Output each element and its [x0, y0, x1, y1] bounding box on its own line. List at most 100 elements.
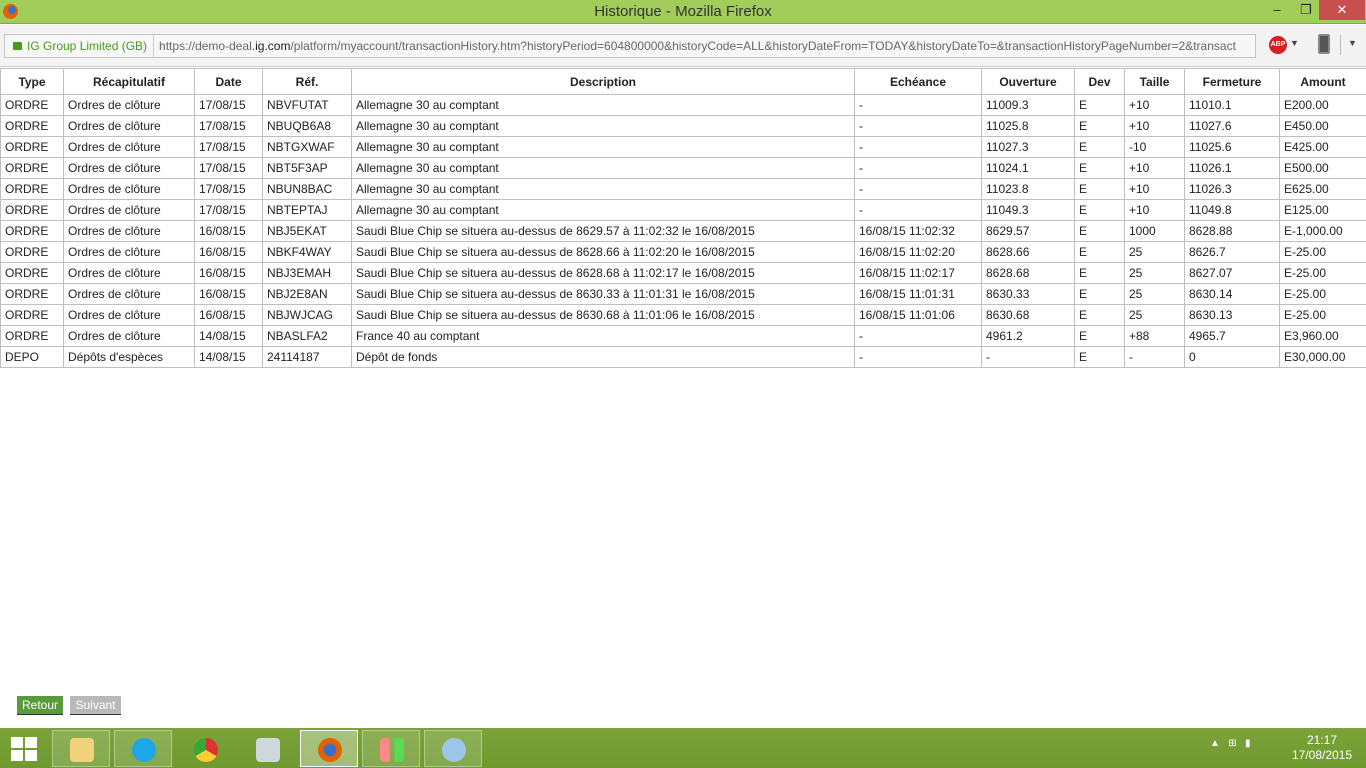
cell-summary: Ordres de clôture	[63, 325, 195, 347]
next-button[interactable]: Suivant	[70, 696, 121, 715]
cell-close: 8628.88	[1184, 220, 1280, 242]
table-row: ORDRE Ordres de clôture 17/08/15 NBTEPTAJ Al…	[0, 199, 1366, 221]
minimize-button[interactable]: ‒	[1264, 2, 1290, 22]
cell-type: ORDRE	[0, 325, 64, 347]
cell-currency: E	[1074, 178, 1125, 200]
cell-close: 11027.6	[1184, 115, 1280, 137]
cell-ref: NBTEPTAJ	[262, 199, 352, 221]
cell-description: France 40 au comptant	[351, 325, 855, 347]
cell-description: Allemagne 30 au comptant	[351, 115, 855, 137]
cell-description: Dépôt de fonds	[351, 346, 855, 368]
column-header-close: Fermeture	[1184, 68, 1280, 95]
paint-icon[interactable]	[424, 730, 482, 767]
cell-date: 14/08/15	[194, 325, 263, 347]
maximize-button[interactable]: ❐	[1293, 2, 1319, 22]
url-text[interactable]: https://demo-deal.ig.com/platform/myacco…	[154, 39, 1236, 53]
cell-open: 8629.57	[981, 220, 1075, 242]
cell-type: ORDRE	[0, 241, 64, 263]
cell-amount: E-25.00	[1279, 262, 1366, 284]
cell-ref: NBT5F3AP	[262, 157, 352, 179]
cell-date: 17/08/15	[194, 178, 263, 200]
cell-amount: E425.00	[1279, 136, 1366, 158]
cell-type: ORDRE	[0, 115, 64, 137]
transaction-table: Type Récapitulatif Date Réf. Description Eché…	[0, 68, 1366, 368]
cell-currency: E	[1074, 199, 1125, 221]
close-button[interactable]: ✕	[1319, 0, 1365, 20]
cell-ref: NBJ5EKAT	[262, 220, 352, 242]
table-row: ORDRE Ordres de clôture 17/08/15 NBTGXWAF Al…	[0, 136, 1366, 158]
adblock-icon[interactable]: ABP	[1269, 36, 1287, 54]
cell-amount: E625.00	[1279, 178, 1366, 200]
cell-amount: E500.00	[1279, 157, 1366, 179]
cell-date: 16/08/15	[194, 283, 263, 305]
cell-type: ORDRE	[0, 304, 64, 326]
chrome-icon[interactable]	[176, 730, 234, 767]
cell-date: 17/08/15	[194, 94, 263, 116]
cell-open: 11027.3	[981, 136, 1075, 158]
cell-description: Saudi Blue Chip se situera au-dessus de …	[351, 241, 855, 263]
chevron-down-icon[interactable]: ▼	[1348, 38, 1357, 48]
cell-amount: E-25.00	[1279, 241, 1366, 263]
cell-close: 11026.1	[1184, 157, 1280, 179]
column-header-description: Description	[351, 68, 855, 95]
table-row: ORDRE Ordres de clôture 16/08/15 NBJ3EMAH Sa…	[0, 262, 1366, 284]
cell-size: +10	[1124, 199, 1185, 221]
firefox-taskbar-icon[interactable]	[300, 730, 358, 767]
url-bar[interactable]: IG Group Limited (GB) https://demo-deal.i…	[4, 34, 1256, 58]
cell-ref: NBJWJCAG	[262, 304, 352, 326]
cell-description: Saudi Blue Chip se situera au-dessus de …	[351, 304, 855, 326]
cell-summary: Dépôts d'espèces	[63, 346, 195, 368]
cell-description: Allemagne 30 au comptant	[351, 157, 855, 179]
cell-ref: NBJ2E8AN	[262, 283, 352, 305]
system-tray[interactable]: ▲ ⊞ ▮	[1210, 738, 1250, 749]
cell-close: 4965.7	[1184, 325, 1280, 347]
cell-currency: E	[1074, 283, 1125, 305]
chevron-down-icon[interactable]: ▼	[1290, 38, 1299, 48]
cell-description: Allemagne 30 au comptant	[351, 199, 855, 221]
cell-summary: Ordres de clôture	[63, 94, 195, 116]
cell-summary: Ordres de clôture	[63, 178, 195, 200]
site-identity-label: IG Group Limited (GB)	[27, 39, 148, 53]
table-row: ORDRE Ordres de clôture 17/08/15 NBUN8BAC Al…	[0, 178, 1366, 200]
windows-start-icon[interactable]	[11, 737, 39, 761]
cell-description: Allemagne 30 au comptant	[351, 94, 855, 116]
cell-expiry: 16/08/15 11:02:17	[854, 262, 982, 284]
column-header-ref: Réf.	[262, 68, 352, 95]
url-path: /platform/myaccount/transactionHistory.h…	[290, 39, 1236, 53]
cell-close: 8630.14	[1184, 283, 1280, 305]
cell-expiry: 16/08/15 11:01:06	[854, 304, 982, 326]
skype-icon[interactable]	[114, 730, 172, 767]
cell-currency: E	[1074, 94, 1125, 116]
clipboard-icon[interactable]	[1318, 34, 1330, 54]
cell-expiry: -	[854, 157, 982, 179]
clock[interactable]: 21:17 17/08/2015	[1280, 733, 1364, 763]
cell-expiry: -	[854, 94, 982, 116]
cell-type: ORDRE	[0, 136, 64, 158]
cell-size: 25	[1124, 283, 1185, 305]
cell-size: +10	[1124, 115, 1185, 137]
cell-close: 0	[1184, 346, 1280, 368]
cell-amount: E-25.00	[1279, 283, 1366, 305]
cell-open: 8630.33	[981, 283, 1075, 305]
cell-ref: NBUQB6A8	[262, 115, 352, 137]
cell-type: ORDRE	[0, 157, 64, 179]
cell-amount: E200.00	[1279, 94, 1366, 116]
cell-date: 17/08/15	[194, 115, 263, 137]
cell-amount: E-25.00	[1279, 304, 1366, 326]
resource-monitor-icon[interactable]	[238, 730, 296, 767]
cell-open: 11009.3	[981, 94, 1075, 116]
site-identity[interactable]: IG Group Limited (GB)	[5, 35, 155, 57]
file-explorer-icon[interactable]	[52, 730, 110, 767]
table-row: ORDRE Ordres de clôture 16/08/15 NBJ2E8AN Sa…	[0, 283, 1366, 305]
cell-type: ORDRE	[0, 94, 64, 116]
column-header-size: Taille	[1124, 68, 1185, 95]
column-header-currency: Dev	[1074, 68, 1125, 95]
cell-close: 11025.6	[1184, 136, 1280, 158]
cell-amount: E30,000.00	[1279, 346, 1366, 368]
trading-chart-icon[interactable]	[362, 730, 420, 767]
cell-summary: Ordres de clôture	[63, 115, 195, 137]
divider	[1340, 35, 1341, 55]
cell-description: Saudi Blue Chip se situera au-dessus de …	[351, 220, 855, 242]
cell-currency: E	[1074, 241, 1125, 263]
back-button[interactable]: Retour	[17, 696, 64, 715]
